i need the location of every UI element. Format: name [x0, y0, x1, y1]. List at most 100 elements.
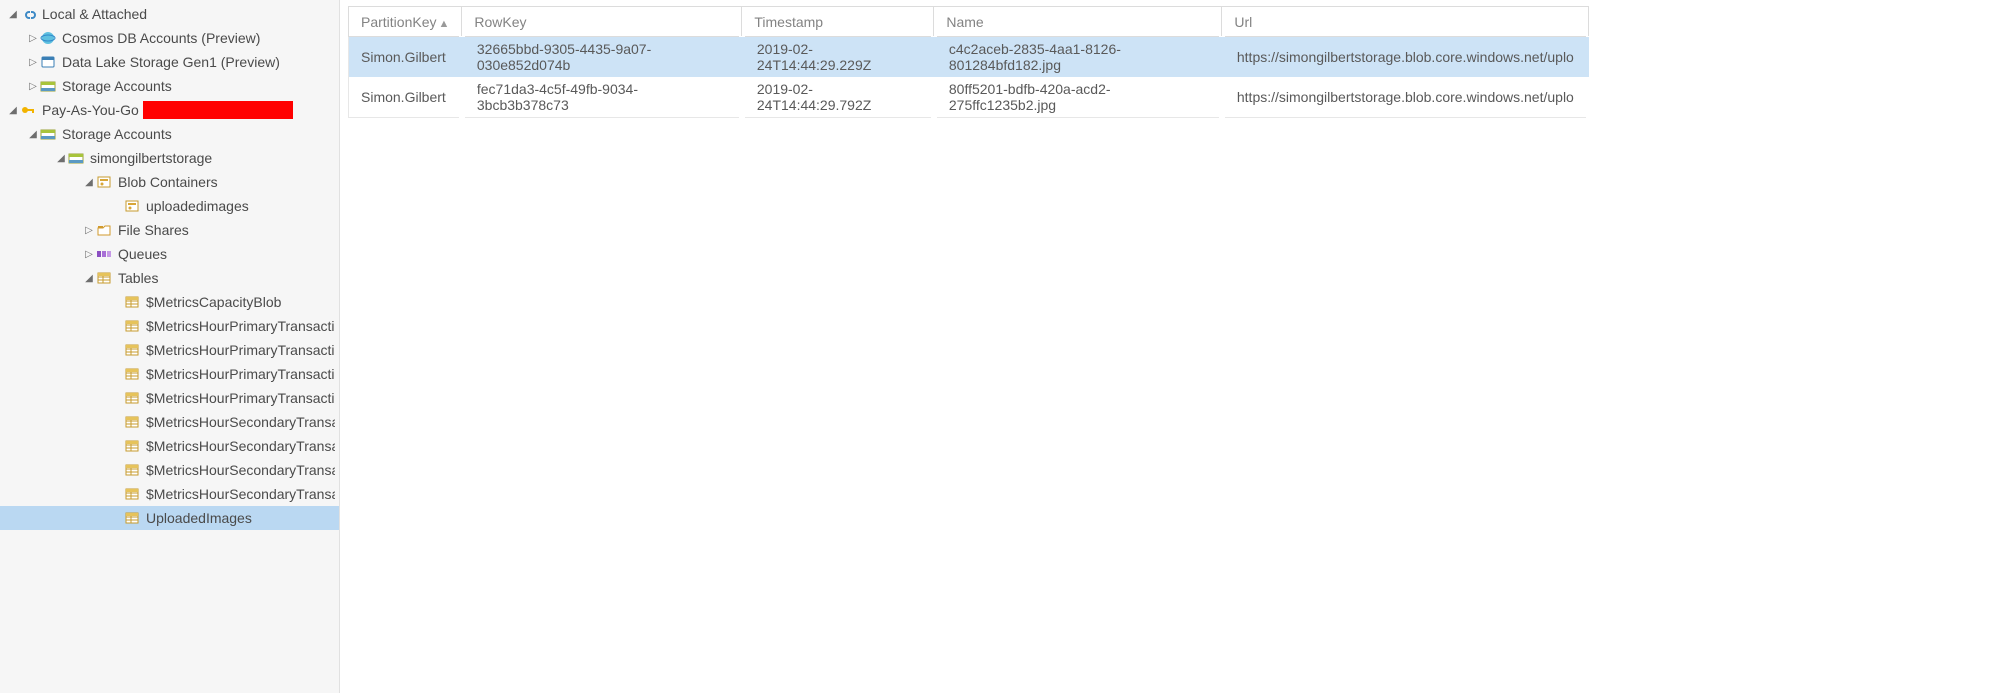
- tree-label: $MetricsHourSecondaryTransactionsTable: [146, 486, 335, 502]
- link-icon: [20, 6, 36, 22]
- cell-name: 80ff5201-bdfb-420a-acd2-275ffc1235b2.jpg: [934, 77, 1222, 118]
- tree-label: File Shares: [118, 222, 189, 238]
- tree-label: Tables: [118, 270, 158, 286]
- datalake-icon: [40, 54, 56, 70]
- chevron-down-icon[interactable]: ◢: [54, 153, 68, 164]
- tree-node-table-item[interactable]: $MetricsHourSecondaryTransactionsBlob: [0, 410, 339, 434]
- tree-node-table-item[interactable]: $MetricsHourPrimaryTransactionsTable: [0, 386, 339, 410]
- blob-icon: [96, 174, 112, 190]
- tree-node-table-uploadedimages[interactable]: UploadedImages: [0, 506, 339, 530]
- table-icon: [124, 366, 140, 382]
- tree-node-storage-accounts[interactable]: ▷ Storage Accounts: [0, 74, 339, 98]
- cell-url: https://simongilbertstorage.blob.core.wi…: [1222, 77, 1589, 118]
- chevron-right-icon[interactable]: ▷: [26, 81, 40, 92]
- tree-node-table-item[interactable]: $MetricsCapacityBlob: [0, 290, 339, 314]
- tree-label: UploadedImages: [146, 510, 252, 526]
- column-label: Name: [946, 14, 983, 30]
- cosmos-icon: [40, 30, 56, 46]
- tree-node-table-item[interactable]: $MetricsHourPrimaryTransactionsQueue: [0, 362, 339, 386]
- tree-label: $MetricsHourPrimaryTransactionsFile: [146, 342, 335, 358]
- table-icon: [124, 462, 140, 478]
- table-icon: [124, 390, 140, 406]
- tree-node-file-shares[interactable]: ▷ File Shares: [0, 218, 339, 242]
- tree-label: $MetricsCapacityBlob: [146, 294, 281, 310]
- table-icon: [124, 438, 140, 454]
- tree-node-subscription[interactable]: ◢ Pay-As-You-Go: [0, 98, 339, 122]
- storage-icon: [40, 126, 56, 142]
- explorer-tree: ◢ Local & Attached ▷ Cosmos DB Accounts …: [0, 0, 340, 693]
- tree-label: Queues: [118, 246, 167, 262]
- chevron-right-icon[interactable]: ▷: [26, 57, 40, 68]
- cell-partitionkey: Simon.Gilbert: [349, 77, 462, 118]
- tree-label: Cosmos DB Accounts (Preview): [62, 30, 260, 46]
- cell-url: https://simongilbertstorage.blob.core.wi…: [1222, 37, 1589, 78]
- column-label: PartitionKey: [361, 14, 436, 30]
- key-icon: [20, 102, 36, 118]
- tree-label: Storage Accounts: [62, 78, 172, 94]
- chevron-right-icon[interactable]: ▷: [82, 225, 96, 236]
- tree-node-datalake[interactable]: ▷ Data Lake Storage Gen1 (Preview): [0, 50, 339, 74]
- table-row[interactable]: Simon.Gilbert fec71da3-4c5f-49fb-9034-3b…: [349, 77, 1589, 118]
- tree-node-container[interactable]: uploadedimages: [0, 194, 339, 218]
- tree-label: Pay-As-You-Go: [42, 102, 139, 118]
- table-icon: [124, 510, 140, 526]
- chevron-right-icon[interactable]: ▷: [82, 249, 96, 260]
- column-header-name[interactable]: Name: [934, 7, 1222, 37]
- chevron-right-icon[interactable]: ▷: [26, 33, 40, 44]
- tree-node-local-attached[interactable]: ◢ Local & Attached: [0, 2, 339, 26]
- tree-label: uploadedimages: [146, 198, 249, 214]
- tree-label: $MetricsHourPrimaryTransactionsQueue: [146, 366, 335, 382]
- table-row[interactable]: Simon.Gilbert 32665bbd-9305-4435-9a07-03…: [349, 37, 1589, 78]
- table-icon: [124, 414, 140, 430]
- column-header-url[interactable]: Url: [1222, 7, 1589, 37]
- fileshare-icon: [96, 222, 112, 238]
- storage-icon: [40, 78, 56, 94]
- tree-label: Data Lake Storage Gen1 (Preview): [62, 54, 280, 70]
- tree-node-table-item[interactable]: $MetricsHourSecondaryTransactionsFile: [0, 434, 339, 458]
- tree-label: simongilbertstorage: [90, 150, 212, 166]
- tree-node-table-item[interactable]: $MetricsHourPrimaryTransactionsFile: [0, 338, 339, 362]
- tree-node-cosmos[interactable]: ▷ Cosmos DB Accounts (Preview): [0, 26, 339, 50]
- column-header-rowkey[interactable]: RowKey: [462, 7, 742, 37]
- tree-node-table-item[interactable]: $MetricsHourSecondaryTransactionsQueue: [0, 458, 339, 482]
- table-icon: [124, 294, 140, 310]
- cell-name: c4c2aceb-2835-4aa1-8126-801284bfd182.jpg: [934, 37, 1222, 78]
- column-header-partitionkey[interactable]: PartitionKey▲: [349, 7, 462, 37]
- column-header-timestamp[interactable]: Timestamp: [742, 7, 934, 37]
- tree-node-queues[interactable]: ▷ Queues: [0, 242, 339, 266]
- tree-node-blob-containers[interactable]: ◢ Blob Containers: [0, 170, 339, 194]
- tree-node-table-item[interactable]: $MetricsHourPrimaryTransactionsBlob: [0, 314, 339, 338]
- tree-label: $MetricsHourSecondaryTransactionsFile: [146, 438, 335, 454]
- chevron-down-icon[interactable]: ◢: [26, 129, 40, 140]
- entities-table: PartitionKey▲ RowKey Timestamp Name Url …: [348, 6, 1592, 118]
- table-icon: [124, 318, 140, 334]
- chevron-down-icon[interactable]: ◢: [82, 273, 96, 284]
- table-viewer: PartitionKey▲ RowKey Timestamp Name Url …: [340, 0, 2000, 693]
- tree-label: $MetricsHourPrimaryTransactionsBlob: [146, 318, 335, 334]
- chevron-down-icon[interactable]: ◢: [82, 177, 96, 188]
- tree-label: $MetricsHourPrimaryTransactionsTable: [146, 390, 335, 406]
- queue-icon: [96, 246, 112, 262]
- tree-node-storage-account[interactable]: ◢ simongilbertstorage: [0, 146, 339, 170]
- cell-rowkey: 32665bbd-9305-4435-9a07-030e852d074b: [462, 37, 742, 78]
- redacted-block: [143, 101, 293, 119]
- sort-asc-icon: ▲: [438, 18, 449, 30]
- tree-label: $MetricsHourSecondaryTransactionsQueue: [146, 462, 335, 478]
- cell-timestamp: 2019-02-24T14:44:29.792Z: [742, 77, 934, 118]
- column-label: RowKey: [474, 14, 526, 30]
- cell-timestamp: 2019-02-24T14:44:29.229Z: [742, 37, 934, 78]
- blob-icon: [124, 198, 140, 214]
- tree-label: Storage Accounts: [62, 126, 172, 142]
- tree-label: Local & Attached: [42, 6, 147, 22]
- tree-label: $MetricsHourSecondaryTransactionsBlob: [146, 414, 335, 430]
- column-label: Url: [1234, 14, 1252, 30]
- tree-label: Blob Containers: [118, 174, 218, 190]
- column-label: Timestamp: [754, 14, 823, 30]
- chevron-down-icon[interactable]: ◢: [6, 105, 20, 116]
- tree-node-table-item[interactable]: $MetricsHourSecondaryTransactionsTable: [0, 482, 339, 506]
- tree-node-storage-accounts-sub[interactable]: ◢ Storage Accounts: [0, 122, 339, 146]
- storage-icon: [68, 150, 84, 166]
- tree-node-tables[interactable]: ◢ Tables: [0, 266, 339, 290]
- cell-rowkey: fec71da3-4c5f-49fb-9034-3bcb3b378c73: [462, 77, 742, 118]
- table-icon: [96, 270, 112, 286]
